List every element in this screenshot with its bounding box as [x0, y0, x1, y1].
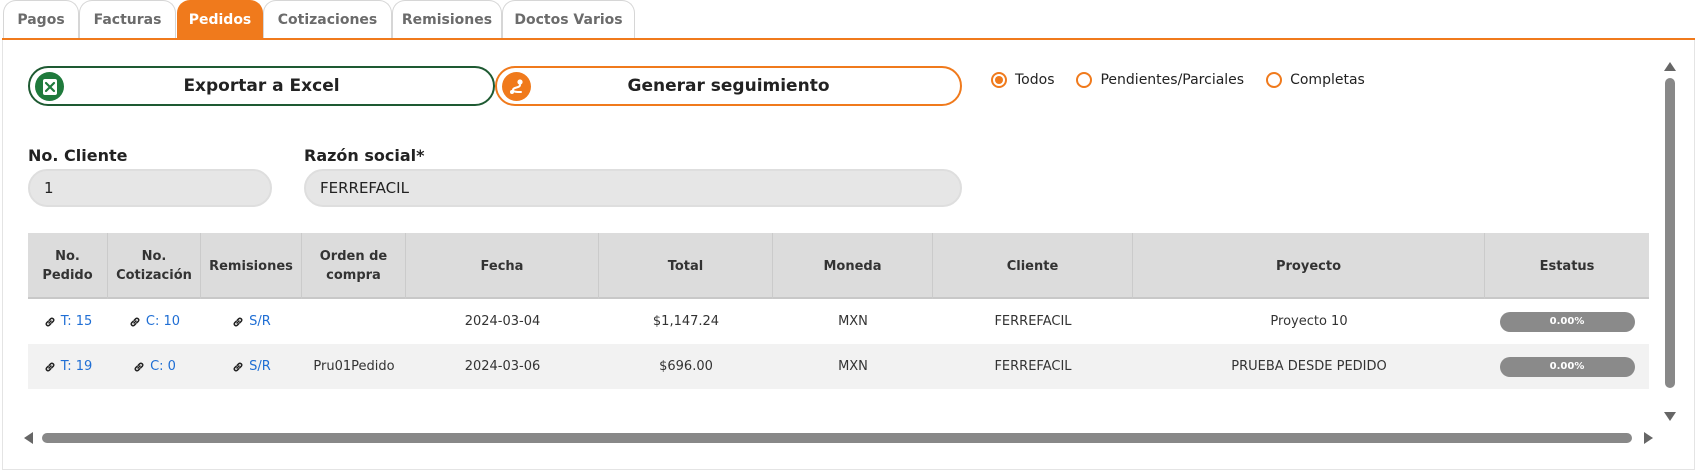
radio-todos-label: Todos	[1015, 72, 1055, 88]
radio-unchecked-icon	[1076, 72, 1093, 88]
tab-bar: Pagos Facturas Pedidos Cotizaciones Remi…	[0, 0, 1695, 40]
export-excel-label: Exportar a Excel	[183, 76, 340, 96]
radio-pendientes-label: Pendientes/Parciales	[1100, 72, 1245, 88]
moneda-cell: MXN	[838, 359, 868, 374]
table-row: T: 19 C: 0 S/R Pru01Pedido 2024-03-06 $6…	[28, 344, 1649, 389]
header-orden-compra[interactable]: Orden de compra	[302, 233, 406, 299]
tab-doctos-varios[interactable]: Doctos Varios	[502, 0, 635, 39]
radio-completas[interactable]: Completas	[1266, 72, 1365, 88]
scroll-right-arrow-icon[interactable]	[1644, 432, 1653, 444]
header-moneda[interactable]: Moneda	[773, 233, 933, 299]
cotizacion-link[interactable]: C: 10	[129, 314, 180, 329]
remisiones-value: S/R	[249, 359, 271, 374]
no-cliente-field[interactable]: 1	[28, 169, 272, 207]
header-no-cotizacion[interactable]: No. Cotización	[108, 233, 201, 299]
status-filter: Todos Pendientes/Parciales Completas	[991, 70, 1387, 90]
radio-completas-label: Completas	[1290, 72, 1365, 88]
scroll-down-arrow-icon[interactable]	[1664, 412, 1676, 421]
link-icon	[133, 361, 145, 373]
link-icon	[44, 361, 56, 373]
radio-todos[interactable]: Todos	[991, 72, 1054, 88]
horizontal-scrollbar[interactable]	[24, 430, 1654, 446]
link-icon	[232, 316, 244, 328]
header-remisiones[interactable]: Remisiones	[201, 233, 302, 299]
generar-seguimiento-label: Generar seguimiento	[627, 76, 830, 96]
razon-social-field[interactable]: FERREFACIL	[304, 169, 962, 207]
moneda-cell: MXN	[838, 314, 868, 329]
orden-compra-cell: Pru01Pedido	[313, 359, 395, 374]
remisiones-link[interactable]: S/R	[232, 359, 271, 374]
cliente-cell: FERREFACIL	[994, 359, 1072, 374]
total-cell: $696.00	[659, 359, 713, 374]
tab-remisiones[interactable]: Remisiones	[392, 0, 502, 39]
status-badge: 0.00%	[1499, 311, 1635, 332]
vertical-scroll-thumb[interactable]	[1665, 78, 1675, 388]
status-badge: 0.00%	[1499, 356, 1635, 377]
pedido-link[interactable]: T: 19	[44, 359, 93, 374]
scroll-up-arrow-icon[interactable]	[1664, 62, 1676, 71]
export-excel-button[interactable]: Exportar a Excel	[28, 66, 495, 106]
pedido-value: T: 15	[60, 314, 93, 329]
table-header: No. Pedido No. Cotización Remisiones Ord…	[28, 233, 1649, 299]
generar-seguimiento-button[interactable]: Generar seguimiento	[495, 66, 962, 106]
header-fecha[interactable]: Fecha	[406, 233, 599, 299]
remisiones-link[interactable]: S/R	[232, 314, 271, 329]
tab-pedidos[interactable]: Pedidos	[177, 0, 263, 39]
link-icon	[129, 316, 141, 328]
header-proyecto[interactable]: Proyecto	[1133, 233, 1485, 299]
route-icon	[502, 72, 531, 101]
link-icon	[44, 316, 56, 328]
fecha-cell: 2024-03-06	[464, 359, 541, 374]
total-cell: $1,147.24	[652, 314, 720, 329]
vertical-scrollbar[interactable]	[1662, 60, 1678, 425]
header-estatus[interactable]: Estatus	[1485, 233, 1649, 299]
tab-pagos[interactable]: Pagos	[3, 0, 79, 39]
no-cliente-label: No. Cliente	[28, 146, 128, 165]
fecha-cell: 2024-03-04	[464, 314, 541, 329]
radio-checked-icon	[991, 72, 1007, 88]
pedido-link[interactable]: T: 15	[44, 314, 93, 329]
orden-compra-cell	[302, 299, 406, 344]
pedidos-table: No. Pedido No. Cotización Remisiones Ord…	[28, 233, 1649, 389]
tab-facturas[interactable]: Facturas	[79, 0, 176, 39]
radio-unchecked-icon	[1266, 72, 1283, 88]
table-row: T: 15 C: 10 S/R 2024-03-04 $1,147.24 MXN…	[28, 299, 1649, 344]
proyecto-cell: Proyecto 10	[1270, 314, 1348, 329]
proyecto-cell: PRUEBA DESDE PEDIDO	[1231, 359, 1387, 374]
horizontal-scroll-thumb[interactable]	[42, 433, 1632, 443]
razon-social-label: Razón social*	[304, 146, 425, 165]
header-no-pedido[interactable]: No. Pedido	[28, 233, 108, 299]
link-icon	[232, 361, 244, 373]
cotizacion-value: C: 10	[145, 314, 181, 329]
header-cliente[interactable]: Cliente	[933, 233, 1133, 299]
tab-cotizaciones[interactable]: Cotizaciones	[263, 0, 392, 39]
remisiones-value: S/R	[249, 314, 271, 329]
pedido-value: T: 19	[60, 359, 93, 374]
radio-pendientes-parciales[interactable]: Pendientes/Parciales	[1076, 72, 1244, 88]
scroll-left-arrow-icon[interactable]	[24, 432, 33, 444]
cotizacion-value: C: 0	[150, 359, 176, 374]
excel-icon	[35, 72, 64, 101]
header-total[interactable]: Total	[599, 233, 773, 299]
cotizacion-link[interactable]: C: 0	[133, 359, 176, 374]
cliente-cell: FERREFACIL	[994, 314, 1072, 329]
